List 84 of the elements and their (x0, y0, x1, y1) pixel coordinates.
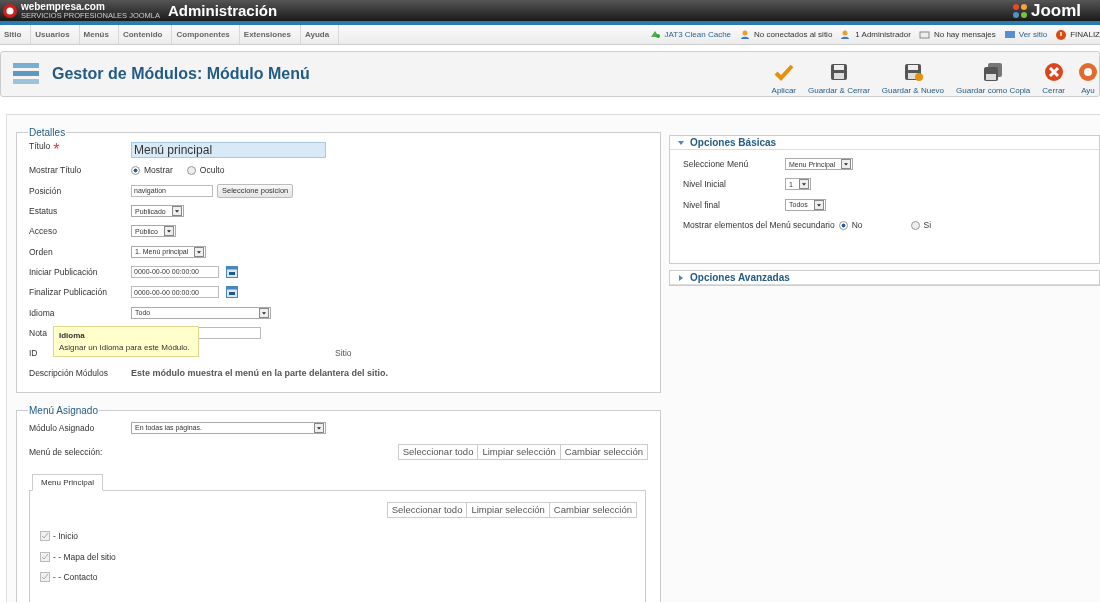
page-title: Gestor de Módulos: Módulo Menú (52, 65, 310, 83)
logout-icon (1055, 28, 1068, 41)
dropdown-caret-icon[interactable] (163, 226, 174, 237)
field-label: Mostrar elementos del Menú secundario (683, 220, 835, 231)
menu-item[interactable]: Usuarios (31, 25, 80, 44)
radio-button[interactable] (131, 165, 140, 175)
selection-button[interactable]: Seleccionar todo (397, 443, 479, 460)
menu-item[interactable]: Extensiones (239, 25, 301, 44)
field-label: Finalizar Publicación (29, 287, 107, 298)
radio-option[interactable]: Mostrar (131, 165, 173, 176)
dropdown-caret-icon[interactable] (259, 307, 269, 318)
menu-item[interactable]: Sitio (0, 25, 32, 44)
panel-header[interactable]: Opciones Básicas (670, 136, 1099, 150)
toolbar-button[interactable]: Guardar & Cerrar (808, 61, 870, 95)
selection-button[interactable]: Limpiar selección (466, 501, 550, 518)
field-label: Nota (29, 327, 47, 338)
menu-item[interactable]: Menús (79, 25, 119, 44)
window-icon (1003, 28, 1016, 41)
dropdown-caret-icon[interactable] (194, 246, 205, 257)
menu-tab[interactable]: Menu Principal (32, 473, 103, 491)
field-label: Título (29, 141, 51, 154)
dropdown-caret-icon[interactable] (171, 206, 182, 217)
section-legend: Detalles (28, 127, 67, 138)
toolbar-button[interactable]: Cerrar (1042, 61, 1065, 95)
field-label: Menú de selección: (29, 446, 103, 457)
radio-option[interactable]: Si (910, 220, 932, 231)
status-item[interactable]: 1 Administrador (840, 28, 911, 41)
field-label: Módulo Asignado (29, 422, 95, 433)
selection-button[interactable]: Seleccionar todo (386, 501, 468, 518)
tooltip-text: Asignar un Idioma para este Módulo. (59, 342, 191, 352)
field-label: Iniciar Publicación (29, 266, 98, 277)
module-description: Este módulo muestra el menú en la parte delantera del sitio. (131, 368, 389, 379)
close-icon (1042, 61, 1065, 83)
radio-button[interactable] (838, 220, 848, 230)
copy-icon (982, 61, 1005, 83)
toolbar-button[interactable]: Guardar & Nuevo (881, 61, 945, 95)
toolbar-button[interactable]: Ayu (1077, 61, 1099, 95)
tooltip-title: Idioma (59, 330, 86, 340)
field-label: Seleccione Menú (683, 159, 749, 170)
dropdown-caret-icon[interactable] (798, 179, 809, 190)
caret-down-icon (678, 139, 684, 146)
selection-button[interactable]: Cambiar selección (559, 443, 648, 460)
radio-button[interactable] (186, 165, 196, 175)
menu-item[interactable]: Componentes (172, 25, 240, 44)
field-label: Orden (29, 246, 53, 257)
logo-icon (2, 1, 18, 20)
toolbar-button[interactable]: Aplicar (771, 61, 796, 95)
radio-button[interactable] (910, 220, 920, 230)
module-list-icon (12, 61, 40, 87)
status-item[interactable]: JAT3 Clean Cache (649, 28, 732, 41)
field-label: Nivel final (683, 199, 720, 210)
selection-button[interactable]: Limpiar selección (477, 443, 561, 460)
radio-option[interactable]: Oculto (186, 165, 225, 176)
status-item[interactable]: No hay mensajes (918, 28, 996, 41)
field-label: Acceso (29, 226, 57, 237)
cms-logo: Jooml (1012, 0, 1100, 21)
required-mark: * (53, 141, 60, 160)
status-item[interactable]: Ver sitio (1003, 28, 1048, 41)
panel-header[interactable]: Opciones Avanzadas (670, 271, 1099, 286)
status-item[interactable]: No conectados al sitio (739, 28, 833, 41)
menu-item[interactable]: Contenido (118, 25, 173, 44)
field-label: Nivel Inicial (683, 179, 726, 190)
field-label: Idioma (29, 307, 55, 318)
brand-name: webempresa.com (20, 1, 106, 12)
radio-option[interactable]: No (838, 220, 863, 231)
field-label: Estatus (29, 206, 58, 217)
field-label: Descripción Módulos (29, 368, 108, 379)
field-label: Posición (29, 185, 62, 196)
calendar-icon[interactable] (226, 286, 238, 299)
toolbar-button[interactable]: Guardar como Copia (956, 61, 1031, 95)
field-label: Mostrar Título (29, 165, 82, 176)
text-field[interactable]: Menú principal (131, 142, 326, 159)
selection-button[interactable]: Cambiar selección (548, 501, 637, 518)
users-icon (739, 28, 752, 41)
field-label: ID (29, 348, 38, 359)
menu-item[interactable]: Ayuda (300, 25, 340, 44)
status-item[interactable]: FINALIZ (1055, 28, 1100, 41)
dropdown-caret-icon[interactable] (314, 422, 324, 433)
dropdown-caret-icon[interactable] (813, 199, 824, 210)
calendar-icon[interactable] (226, 265, 238, 278)
section-legend: Menú Asignado (28, 404, 99, 416)
dropdown-caret-icon[interactable] (841, 159, 852, 170)
header-title: Administración (168, 2, 278, 19)
caret-right-icon (678, 274, 684, 281)
